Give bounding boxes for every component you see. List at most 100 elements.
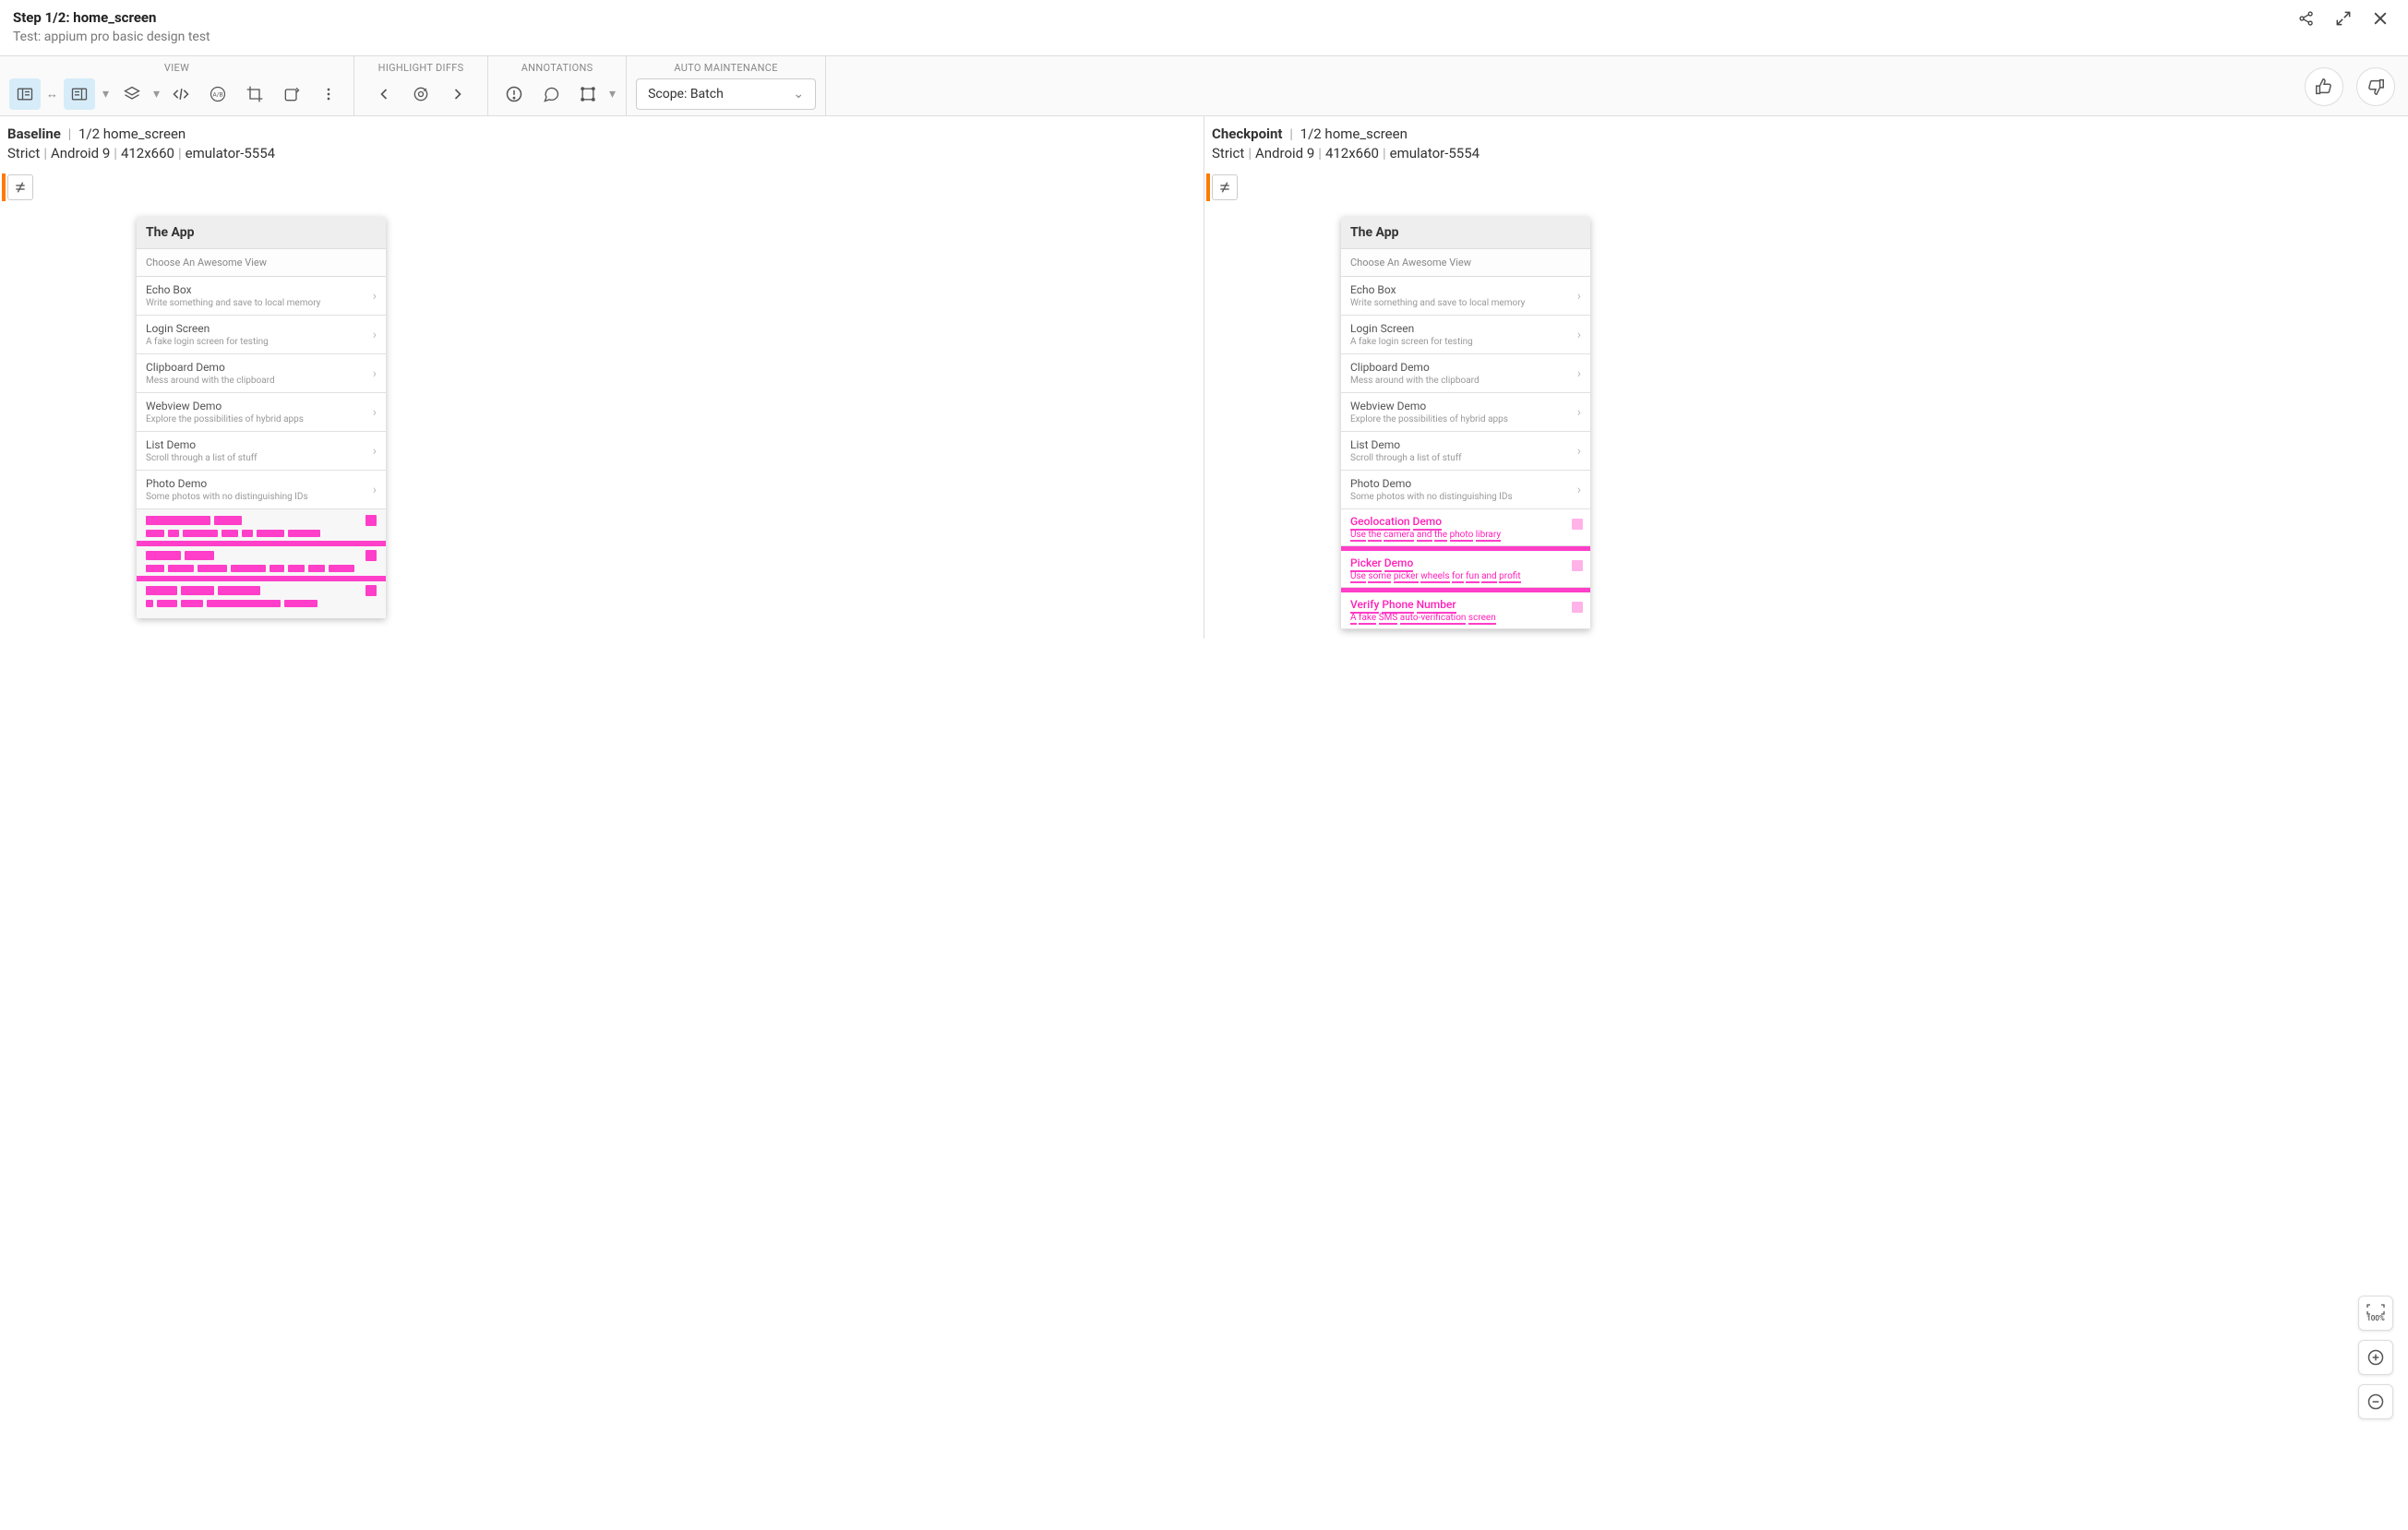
- list-item-sub: Some photos with no distinguishing IDs: [1350, 492, 1513, 502]
- layout-right-button[interactable]: [64, 78, 95, 110]
- zoom-controls: 100%: [2358, 1296, 2393, 1419]
- chevron-right-icon: ›: [1577, 328, 1581, 342]
- thumbs-up-button[interactable]: [2305, 67, 2343, 106]
- chevron-right-icon: ›: [1577, 444, 1581, 459]
- page-header: Step 1/2: home_screen Test: appium pro b…: [0, 0, 2408, 56]
- list-item: Webview DemoExplore the possibilities of…: [137, 393, 386, 432]
- expand-icon[interactable]: [2334, 9, 2353, 28]
- diff-list-item: Picker Demo Use some picker wheels for fu…: [1341, 551, 1590, 588]
- not-equal-badge[interactable]: [1212, 174, 1238, 200]
- zoom-in-button[interactable]: [2358, 1340, 2393, 1375]
- diff-item-title: Picker Demo: [1350, 556, 1581, 569]
- next-diff-button[interactable]: [442, 78, 473, 110]
- chevron-right-icon: ›: [373, 366, 377, 381]
- chevron-right-icon: ›: [373, 483, 377, 497]
- app-title: The App: [137, 217, 386, 249]
- list-item-sub: Scroll through a list of stuff: [1350, 453, 1462, 463]
- zoom-fit-button[interactable]: 100%: [2358, 1296, 2393, 1331]
- list-item-title: Login Screen: [146, 322, 269, 335]
- chevron-right-icon: ›: [1577, 366, 1581, 381]
- chevron-down-icon[interactable]: ▾: [102, 87, 109, 102]
- list-item-title: Clipboard Demo: [1350, 361, 1480, 374]
- list-item-sub: Some photos with no distinguishing IDs: [146, 492, 308, 502]
- list-item: Clipboard Demo Mess around with the clipb…: [137, 354, 386, 393]
- checkpoint-pane: Checkpoint | 1/2 home_screen Strict|Andr…: [1204, 116, 2408, 639]
- list-item-title: Echo Box: [146, 283, 320, 296]
- chevron-right-icon: ›: [373, 444, 377, 459]
- list-item-sub: Explore the possibilities of hybrid apps: [1350, 414, 1508, 424]
- baseline-pane: Baseline | 1/2 home_screen Strict|Androi…: [0, 116, 1204, 639]
- list-item-sub: A fake login screen for testing: [1350, 337, 1473, 347]
- chevron-down-icon[interactable]: ▾: [153, 87, 160, 102]
- list-item: Clipboard Demo Mess around with the clipb…: [1341, 354, 1590, 393]
- comment-button[interactable]: [535, 78, 567, 110]
- list-item: List Demo Scroll through a list of stuff ›: [1341, 432, 1590, 471]
- ab-compare-button[interactable]: A/B: [202, 78, 234, 110]
- list-item: Login Screen A fake login screen for test…: [1341, 316, 1590, 354]
- list-item-title: Echo Box: [1350, 283, 1525, 296]
- close-icon[interactable]: [2371, 9, 2390, 28]
- baseline-meta: Strict|Android 9|412x660|emulator-5554: [7, 145, 1196, 161]
- list-item: Login Screen A fake login screen for test…: [137, 316, 386, 354]
- prev-diff-button[interactable]: [368, 78, 400, 110]
- region-button[interactable]: [572, 78, 604, 110]
- diff-indicator-bar: [1206, 173, 1210, 201]
- maintenance-label: AUTO MAINTENANCE: [636, 56, 816, 76]
- list-item-sub: A fake login screen for testing: [146, 337, 269, 347]
- chevron-right-icon: ›: [373, 405, 377, 420]
- diffs-label: HIGHLIGHT DIFFS: [364, 56, 478, 76]
- list-item-sub: Write something and save to local memory: [146, 298, 320, 308]
- checkpoint-screenshot: The App Choose An Awesome View Echo BoxW…: [1341, 217, 1590, 629]
- checkpoint-meta: Strict|Android 9|412x660|emulator-5554: [1212, 145, 2401, 161]
- thumbs-down-button[interactable]: [2356, 67, 2395, 106]
- layout-left-button[interactable]: [9, 78, 41, 110]
- target-diff-button[interactable]: [405, 78, 437, 110]
- list-item-title: Login Screen: [1350, 322, 1473, 335]
- diff-item-sub: Use some picker wheels for fun and profi…: [1350, 571, 1581, 581]
- baseline-screenshot: The App Choose An Awesome View Echo Box W…: [137, 217, 386, 618]
- list-item: Echo BoxWrite something and save to loca…: [1341, 277, 1590, 316]
- diff-item-sub: A fake SMS auto-verification screen: [1350, 613, 1581, 623]
- chevron-down-icon: ⌄: [793, 87, 804, 102]
- list-item-title: List Demo: [1350, 438, 1462, 451]
- chevron-right-icon: [1572, 560, 1583, 571]
- list-item: Photo DemoSome photos with no distinguis…: [1341, 471, 1590, 509]
- list-item-sub: Explore the possibilities of hybrid apps: [146, 414, 304, 424]
- toolbar: VIEW ↔ ▾ ▾ A/B HIGHLIGHT DIFFS ANNOTATIO…: [0, 56, 2408, 116]
- not-equal-badge[interactable]: [7, 174, 33, 200]
- list-item-sub: Mess around with the clipboard: [1350, 376, 1480, 386]
- checkpoint-header: Checkpoint | 1/2 home_screen: [1212, 126, 2401, 142]
- share-icon[interactable]: [2297, 9, 2316, 28]
- choose-label: Choose An Awesome View: [1341, 249, 1590, 277]
- svg-text:A/B: A/B: [212, 90, 222, 98]
- diff-item-title: Geolocation Demo: [1350, 515, 1581, 528]
- list-item-sub: Mess around with the clipboard: [146, 376, 275, 386]
- layers-button[interactable]: [116, 78, 148, 110]
- diff-highlight-region: [137, 509, 386, 618]
- list-item: Photo DemoSome photos with no distinguis…: [137, 471, 386, 509]
- diff-item-title: Verify Phone Number: [1350, 598, 1581, 611]
- diff-list-item: Verify Phone Number A fake SMS auto-verif…: [1341, 592, 1590, 629]
- diff-list-item: Geolocation Demo Use the camera and the p…: [1341, 509, 1590, 546]
- code-button[interactable]: [165, 78, 197, 110]
- choose-label: Choose An Awesome View: [137, 249, 386, 277]
- chevron-right-icon: ›: [373, 289, 377, 304]
- list-item-title: Webview Demo: [1350, 400, 1508, 412]
- swap-icon[interactable]: ↔: [46, 87, 58, 102]
- chevron-right-icon: ›: [1577, 405, 1581, 420]
- more-menu-button[interactable]: [313, 78, 344, 110]
- list-item: Webview Demo Explore the possibilities of…: [1341, 393, 1590, 432]
- crop-button[interactable]: [239, 78, 270, 110]
- list-item-sub: Scroll through a list of stuff: [146, 453, 258, 463]
- scope-select[interactable]: Scope: Batch ⌄: [636, 78, 816, 110]
- issue-button[interactable]: [498, 78, 530, 110]
- list-item-title: Clipboard Demo: [146, 361, 275, 374]
- diff-item-sub: Use the camera and the photo library: [1350, 530, 1581, 540]
- chevron-right-icon: [1572, 519, 1583, 530]
- chevron-down-icon[interactable]: ▾: [609, 87, 616, 102]
- view-label: VIEW: [9, 56, 344, 76]
- compare-area: Baseline | 1/2 home_screen Strict|Androi…: [0, 116, 2408, 639]
- annotations-label: ANNOTATIONS: [497, 56, 617, 76]
- zoom-out-button[interactable]: [2358, 1384, 2393, 1419]
- preview-button[interactable]: [276, 78, 307, 110]
